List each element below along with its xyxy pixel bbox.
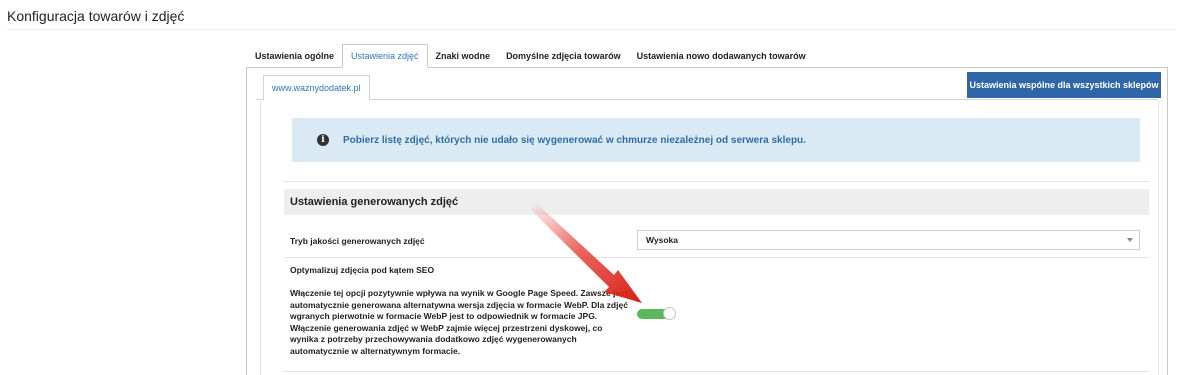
seo-optimize-description: Włączenie tej opcji pozytywnie wpływa na… [290,288,628,356]
info-alert: i Pobierz listę zdjęć, których nie udało… [292,118,1140,162]
common-settings-button[interactable]: Ustawienia wspólne dla wszystkich sklepó… [967,72,1161,98]
page-title: Konfiguracja towarów i zdjęć [7,8,185,24]
info-circle-icon: i [317,134,329,146]
seo-optimize-label: Optymalizuj zdjęcia pod kątem SEO [290,265,435,275]
settings-tabs: Ustawienia ogólne Ustawienia zdjęć Znaki… [247,44,814,68]
tab-watermarks[interactable]: Znaki wodne [428,44,499,68]
failed-images-link[interactable]: Pobierz listę zdjęć, których nie udało s… [343,135,806,146]
quality-mode-value: Wysoka [646,235,678,245]
divider [284,371,1149,372]
chevron-down-icon [1127,238,1133,242]
store-settings-content: i Pobierz listę zdjęć, których nie udało… [260,101,1159,375]
settings-panel: www.waznydodatek.pl Ustawienia wspólne d… [246,67,1168,375]
tab-general-settings[interactable]: Ustawienia ogólne [247,44,342,68]
store-tab[interactable]: www.waznydodatek.pl [263,75,370,101]
divider [284,257,1149,258]
tab-image-settings[interactable]: Ustawienia zdjęć [342,44,428,68]
quality-mode-label: Tryb jakości generowanych zdjęć [290,236,425,246]
quality-mode-select[interactable]: Wysoka [637,230,1140,250]
divider [284,181,1149,182]
title-divider [7,29,1175,30]
store-tab-divider [256,99,1158,100]
tab-new-product-settings[interactable]: Ustawienia nowo dodawanych towarów [629,44,814,68]
section-title: Ustawienia generowanych zdjęć [284,189,1149,215]
seo-optimize-toggle[interactable] [637,307,676,320]
tab-default-product-images[interactable]: Domyślne zdjęcia towarów [498,44,629,68]
toggle-knob [663,307,676,320]
